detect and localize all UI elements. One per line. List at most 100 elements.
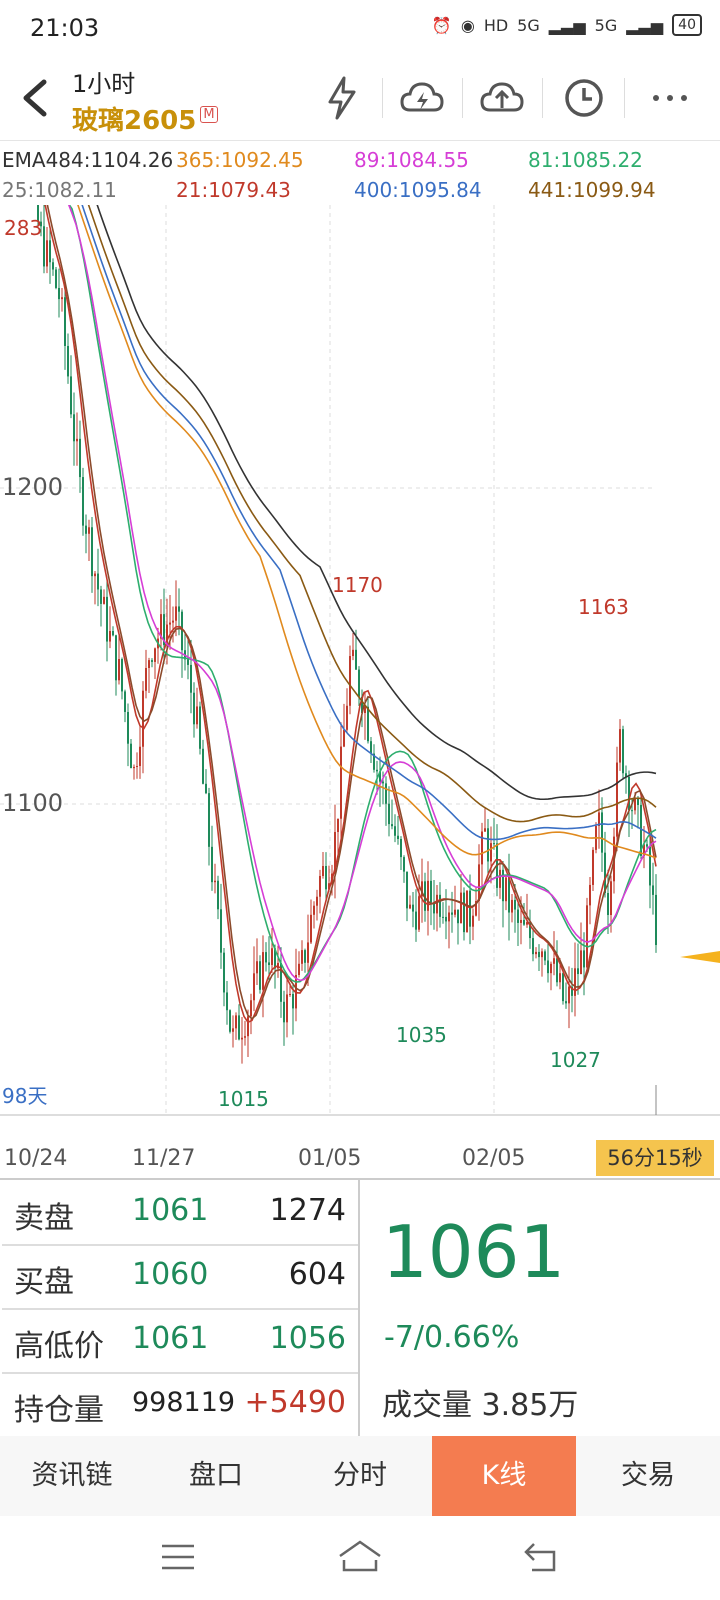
tab-intraday[interactable]: 分时 — [288, 1436, 432, 1516]
candle-body — [235, 1015, 237, 1029]
candle-body — [565, 1001, 567, 1004]
candle-body — [505, 877, 507, 902]
annotation-1027: 1027 — [550, 1048, 601, 1072]
x-tick-1024: 10/24 — [4, 1146, 68, 1171]
candle-body — [220, 909, 222, 953]
candle-body — [112, 631, 114, 636]
candle-body — [124, 691, 126, 712]
candle-body — [229, 1010, 231, 1032]
more-icon[interactable] — [646, 74, 694, 122]
tab-order-book[interactable]: 盘口 — [144, 1436, 288, 1516]
back-arrow-icon[interactable] — [16, 76, 56, 120]
ma-lines — [44, 205, 657, 1024]
candle-body — [70, 376, 72, 415]
candle-body — [52, 262, 54, 270]
back-nav-icon[interactable] — [522, 1540, 562, 1574]
tab-trade[interactable]: 交易 — [576, 1436, 720, 1516]
candle-body — [130, 743, 132, 769]
cloud-flash-icon[interactable] — [398, 74, 446, 122]
clock-icon[interactable] — [560, 74, 608, 122]
candle-body — [241, 1037, 243, 1040]
status-bar: 21:03 ⏰ ◉ HD 5G ▂▃▅ 5G ▂▃▅ 40 — [0, 0, 720, 58]
menu-icon[interactable] — [160, 1542, 196, 1572]
candle-body — [508, 877, 510, 913]
period-title[interactable]: 1小时 — [72, 64, 135, 99]
candle-body — [91, 527, 93, 577]
tab-kline[interactable]: K线 — [432, 1436, 576, 1516]
candle-body — [145, 668, 147, 691]
symbol-title[interactable]: 玻璃2605 M — [72, 100, 218, 137]
ma-legend-365: 365:1092.45 — [176, 148, 304, 172]
candle-body — [652, 885, 654, 895]
candle-body — [193, 692, 195, 725]
symbol-name: 玻璃2605 — [72, 106, 197, 136]
candle-body — [367, 706, 369, 742]
candle-body — [307, 942, 309, 963]
candle-body — [100, 589, 102, 604]
candle-body — [289, 993, 291, 995]
candle-body — [484, 828, 486, 832]
candle-body — [517, 909, 519, 923]
candle-body — [427, 880, 429, 911]
annotation-1170: 1170 — [332, 573, 383, 597]
cloud-sync-icon[interactable] — [478, 74, 526, 122]
candle-body — [649, 846, 651, 886]
lightning-icon[interactable] — [318, 74, 366, 122]
candle-body — [301, 950, 303, 964]
tab-news-chain[interactable]: 资讯链 — [0, 1436, 144, 1516]
candle-body — [418, 896, 420, 930]
candle-body — [655, 894, 657, 946]
candle-body — [67, 345, 69, 377]
home-icon[interactable] — [336, 1538, 384, 1574]
ma-legend-ema484: EMA484:1104.26 — [2, 148, 174, 172]
candle-body — [493, 843, 495, 845]
candle-body — [139, 746, 141, 766]
candle-body — [265, 952, 267, 963]
candle-body — [481, 831, 483, 865]
candle-body — [499, 869, 501, 888]
candle-body — [154, 648, 156, 662]
ma-legend-89: 89:1084.55 — [354, 148, 469, 172]
quote-table: 卖盘 1061 1274 买盘 1060 604 高低价 1061 1056 持… — [2, 1180, 360, 1436]
candle-body — [532, 938, 534, 955]
candle-body — [340, 746, 342, 819]
y-tick-1200: 1200 — [2, 473, 63, 501]
candle-body — [391, 824, 393, 827]
candle-body — [121, 659, 123, 692]
candle-body — [430, 880, 432, 903]
annotation-1035: 1035 — [396, 1023, 447, 1047]
kline-chart[interactable]: 283 1200 1100 1170 1163 1015 1035 1027 9… — [0, 205, 720, 1140]
candle-body — [580, 950, 582, 975]
candle-body — [511, 899, 513, 913]
quote-row-bid: 买盘 1060 604 — [2, 1244, 358, 1310]
candle-body — [298, 963, 300, 975]
annotation-1163: 1163 — [578, 595, 629, 619]
candle-body — [196, 706, 198, 725]
header-separator — [624, 78, 625, 118]
candle-body — [562, 973, 564, 1002]
candle-body — [322, 866, 324, 876]
candle-body — [646, 844, 648, 847]
candle-body — [337, 818, 339, 833]
candle-body — [451, 912, 453, 915]
candle-body — [412, 904, 414, 912]
candle-body — [586, 905, 588, 968]
candle-body — [118, 659, 120, 681]
candle-body — [601, 812, 603, 853]
candle-body — [385, 783, 387, 804]
candle-body — [436, 894, 438, 914]
candle-body — [523, 919, 525, 925]
y-tick-1100: 1100 — [2, 789, 63, 817]
signal-icon-1: 5G — [517, 15, 540, 35]
candle-body — [244, 1036, 246, 1038]
location-icon: ◉ — [460, 15, 475, 35]
candle-body — [376, 769, 378, 772]
ma-legend-21: 21:1079.43 — [176, 178, 291, 202]
candle-body — [574, 968, 576, 996]
quote-row-ask: 卖盘 1061 1274 — [2, 1180, 358, 1246]
candle-body — [94, 573, 96, 577]
candle-body — [343, 729, 345, 747]
annotation-1015: 1015 — [218, 1087, 269, 1111]
candle-body — [223, 952, 225, 993]
candle-body — [232, 1028, 234, 1032]
